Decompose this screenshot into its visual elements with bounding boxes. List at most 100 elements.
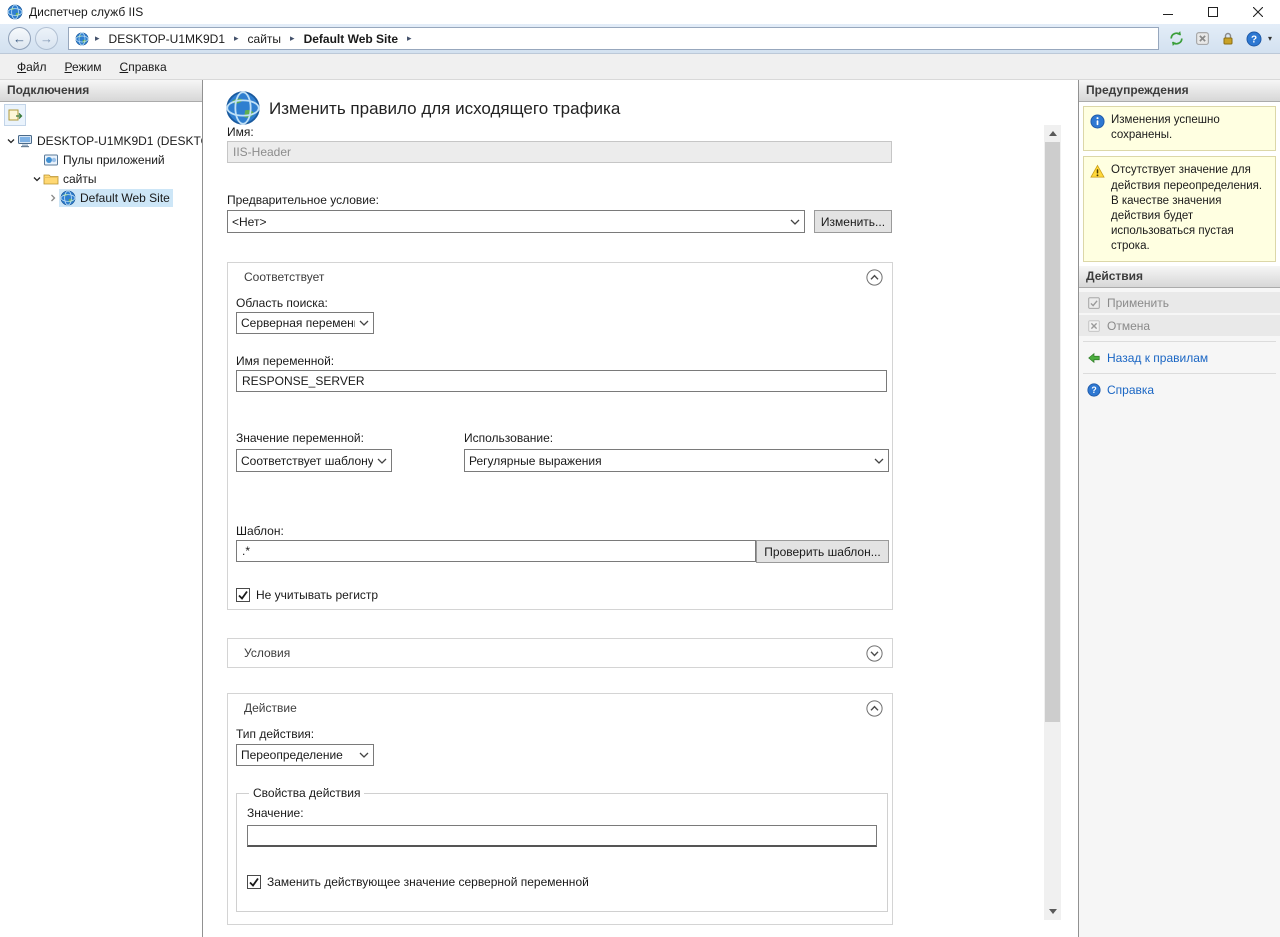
scope-label: Область поиска:: [236, 296, 328, 310]
action-value-label: Значение:: [247, 806, 877, 820]
edit-precondition-button[interactable]: Изменить...: [814, 210, 892, 233]
help-dropdown-caret[interactable]: ▾: [1268, 34, 1272, 43]
app-pools-icon: [43, 152, 59, 168]
help-link[interactable]: Справка: [1079, 379, 1280, 400]
connections-header: Подключения: [0, 80, 202, 102]
create-connection-button[interactable]: [4, 104, 26, 126]
action-value-input[interactable]: [247, 825, 877, 847]
separator: [1083, 341, 1276, 342]
expander-icon[interactable]: [30, 174, 43, 184]
app-icon: [7, 4, 23, 20]
scrollbar-up-button[interactable]: [1044, 125, 1061, 142]
menu-help[interactable]: Справка: [111, 57, 176, 77]
page-globe-icon: [225, 90, 261, 126]
cancel-button[interactable]: Отмена: [1079, 315, 1280, 336]
maximize-button[interactable]: [1190, 0, 1235, 24]
conditions-section-header[interactable]: Условия: [228, 639, 892, 667]
replace-value-row[interactable]: Заменить действующее значение серверной …: [247, 875, 877, 889]
refresh-icon[interactable]: [1167, 29, 1186, 48]
connections-pane: Подключения DESKTOP-U1MK9D1 (DESKTOP Пул…: [0, 80, 203, 937]
precondition-value: <Нет>: [232, 215, 786, 229]
tree-node-sites[interactable]: сайты: [0, 169, 202, 188]
expander-icon[interactable]: [46, 193, 59, 203]
back-arrow-icon: [1087, 351, 1101, 365]
tree-node-server[interactable]: DESKTOP-U1MK9D1 (DESKTOP: [0, 131, 202, 150]
pattern-input[interactable]: [236, 540, 756, 562]
lock-icon[interactable]: [1219, 29, 1238, 48]
expand-icon[interactable]: [866, 645, 883, 662]
action-properties-legend: Свойства действия: [249, 786, 364, 800]
minimize-button[interactable]: [1145, 0, 1190, 24]
ignore-case-label: Не учитывать регистр: [256, 588, 378, 602]
help-icon[interactable]: [1245, 29, 1264, 48]
using-select[interactable]: Регулярные выражения: [464, 449, 889, 472]
menu-file[interactable]: Файл: [8, 57, 56, 77]
collapse-icon[interactable]: [866, 269, 883, 286]
action-type-label: Тип действия:: [236, 727, 314, 741]
action-section-header[interactable]: Действие: [228, 694, 892, 722]
chevron-down-icon: [790, 219, 800, 225]
breadcrumb-item-sites[interactable]: сайты: [245, 31, 285, 47]
tree-node-label: Пулы приложений: [63, 153, 165, 167]
pattern-label: Шаблон:: [236, 524, 284, 538]
using-label: Использование:: [464, 431, 553, 445]
address-bar: ← → ▸ DESKTOP-U1MK9D1 ▸ сайты ▸ Default …: [0, 24, 1280, 54]
warning-alert-text: Отсутствует значение для действия переоп…: [1111, 163, 1270, 254]
apply-button[interactable]: Применить: [1079, 292, 1280, 313]
address-bar-icons: ▾: [1167, 29, 1272, 48]
ignore-case-row[interactable]: Не учитывать регистр: [236, 588, 378, 602]
scope-select[interactable]: Серверная переменная: [236, 312, 374, 334]
tree-node-label: сайты: [63, 172, 97, 186]
breadcrumb-item-default-web-site[interactable]: Default Web Site: [301, 31, 401, 47]
body-area: Подключения DESKTOP-U1MK9D1 (DESKTOP Пул…: [0, 80, 1280, 937]
action-type-value: Переопределение: [241, 748, 355, 762]
tree-node-app-pools[interactable]: Пулы приложений: [0, 150, 202, 169]
using-value: Регулярные выражения: [469, 454, 870, 468]
info-alert: Изменения успешно сохранены.: [1083, 106, 1276, 151]
action-type-select[interactable]: Переопределение: [236, 744, 374, 766]
menu-mode[interactable]: Режим: [56, 57, 111, 77]
cancel-icon: [1087, 319, 1101, 333]
sites-folder-icon: [43, 171, 59, 187]
name-input[interactable]: [227, 141, 892, 163]
chevron-down-icon: [359, 752, 369, 758]
scrollbar-thumb[interactable]: [1045, 142, 1060, 722]
tree-node-default-web-site[interactable]: Default Web Site: [0, 188, 202, 207]
close-button[interactable]: [1235, 0, 1280, 24]
vertical-scrollbar[interactable]: [1044, 125, 1061, 920]
main-content: Изменить правило для исходящего трафика …: [203, 80, 1079, 937]
right-pane: Предупреждения Изменения успешно сохране…: [1079, 80, 1280, 937]
help-icon: [1087, 383, 1101, 397]
back-button[interactable]: ←: [8, 27, 31, 50]
expander-icon[interactable]: [4, 136, 17, 146]
site-globe-icon: [60, 190, 76, 206]
checkbox-checked-icon[interactable]: [247, 875, 261, 889]
variable-name-input[interactable]: [236, 370, 887, 392]
info-alert-text: Изменения успешно сохранены.: [1111, 113, 1270, 143]
forward-button[interactable]: →: [35, 27, 58, 50]
checkbox-checked-icon[interactable]: [236, 588, 250, 602]
window-controls: [1145, 0, 1280, 24]
scrollbar-down-button[interactable]: [1044, 903, 1061, 920]
breadcrumb-separator: ▸: [287, 33, 298, 44]
conditions-section-title: Условия: [244, 646, 290, 660]
stop-icon[interactable]: [1193, 29, 1212, 48]
actions-list: Применить Отмена Назад к правилам Справк…: [1079, 288, 1280, 937]
action-properties-group: Свойства действия Значение: Заменить дей…: [236, 786, 888, 912]
connections-tree: DESKTOP-U1MK9D1 (DESKTOP Пулы приложений…: [0, 128, 202, 207]
chevron-down-icon: [377, 458, 387, 464]
warning-alert: Отсутствует значение для действия переоп…: [1083, 156, 1276, 262]
selected-tree-item[interactable]: Default Web Site: [59, 189, 173, 207]
breadcrumb-item-server[interactable]: DESKTOP-U1MK9D1: [106, 31, 228, 47]
match-section-header[interactable]: Соответствует: [228, 263, 892, 291]
variable-value-select[interactable]: Соответствует шаблону: [236, 449, 392, 472]
test-pattern-button[interactable]: Проверить шаблон...: [756, 540, 889, 563]
breadcrumb-separator: ▸: [404, 33, 415, 44]
back-to-rules-link[interactable]: Назад к правилам: [1079, 347, 1280, 368]
menu-bar: Файл Режим Справка: [0, 54, 1280, 80]
collapse-icon[interactable]: [866, 700, 883, 717]
breadcrumb-separator: ▸: [92, 33, 103, 44]
precondition-label: Предварительное условие:: [227, 193, 379, 207]
separator: [1083, 373, 1276, 374]
precondition-select[interactable]: <Нет>: [227, 210, 805, 233]
